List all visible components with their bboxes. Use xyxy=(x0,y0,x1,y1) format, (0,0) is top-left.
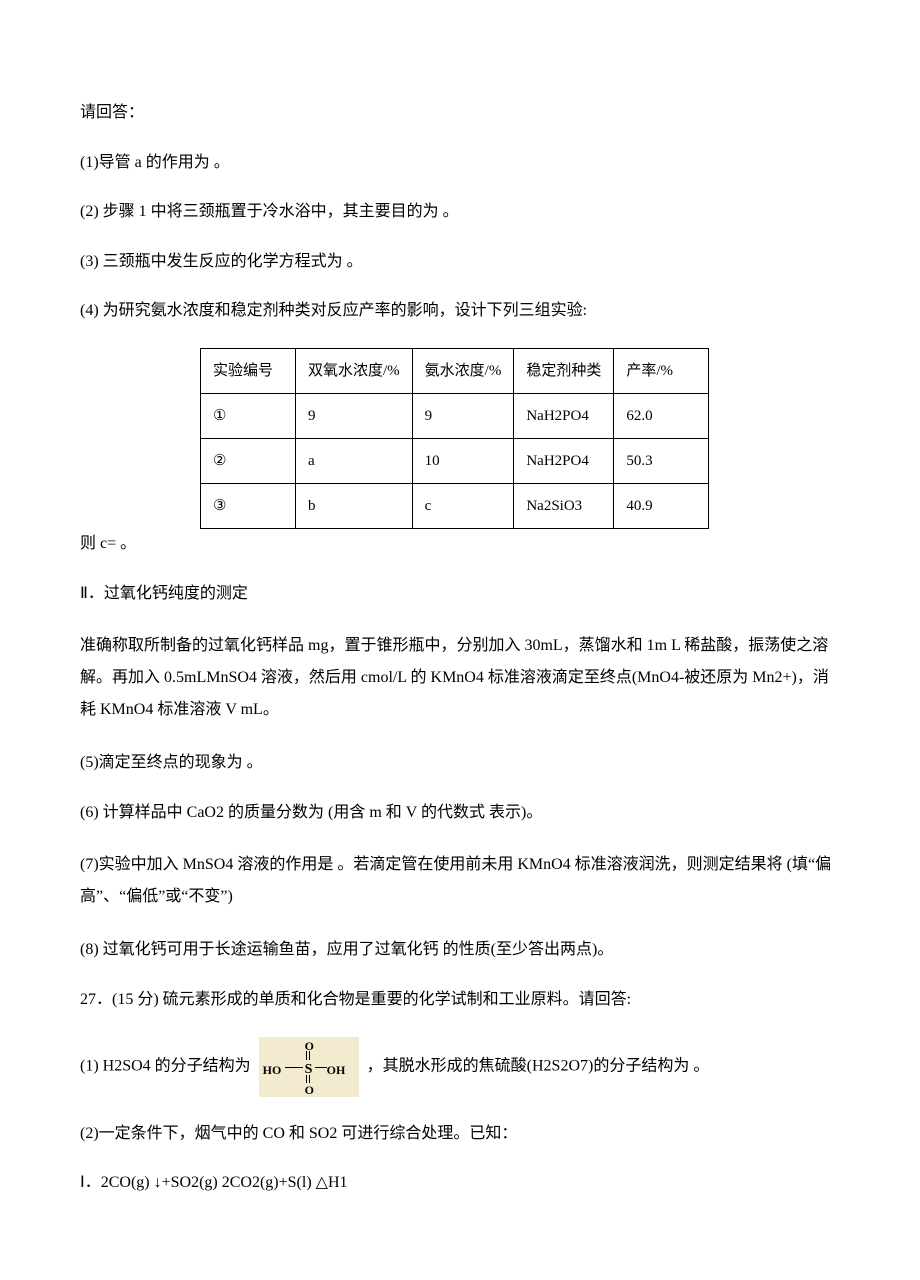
q27-1-part-a: (1) H2SO4 的分子结构为 xyxy=(80,1057,251,1074)
question-3: (3) 三颈瓶中发生反应的化学方程式为 。 xyxy=(80,249,840,275)
bond-icon xyxy=(306,1075,307,1083)
document-page: 请回答： (1)导管 a 的作用为 。 (2) 步骤 1 中将三颈瓶置于冷水浴中… xyxy=(0,0,920,1280)
bond-icon xyxy=(309,1075,310,1083)
th-id: 实验编号 xyxy=(201,348,296,393)
experiment-table: 实验编号 双氧水浓度/% 氨水浓度/% 稳定剂种类 产率/% ① 9 9 NaH… xyxy=(200,348,709,529)
cell: 10 xyxy=(412,438,514,483)
bond-icon xyxy=(315,1067,327,1068)
table-row: ② a 10 NaH2PO4 50.3 xyxy=(201,438,709,483)
table-row: ③ b c Na2SiO3 40.9 xyxy=(201,483,709,528)
atom-oh-left: HO xyxy=(263,1061,282,1080)
equation-I: Ⅰ．2CO(g) ↓+SO2(g) 2CO2(g)+S(l) △H1 xyxy=(80,1170,840,1196)
question-8: (8) 过氧化钙可用于长途运输鱼苗，应用了过氧化钙 的性质(至少答出两点)。 xyxy=(80,937,840,963)
cell: ① xyxy=(201,393,296,438)
question-27-2: (2)一定条件下，烟气中的 CO 和 SO2 可进行综合处理。已知： xyxy=(80,1121,840,1147)
cell: ③ xyxy=(201,483,296,528)
cell: 40.9 xyxy=(614,483,709,528)
cell: NaH2PO4 xyxy=(514,438,614,483)
cell: 9 xyxy=(296,393,413,438)
cell: Na2SiO3 xyxy=(514,483,614,528)
th-nh3: 氨水浓度/% xyxy=(412,348,514,393)
th-h2o2: 双氧水浓度/% xyxy=(296,348,413,393)
question-2: (2) 步骤 1 中将三颈瓶置于冷水浴中，其主要目的为 。 xyxy=(80,199,840,225)
bond-icon xyxy=(285,1067,303,1068)
atom-oh-right: OH xyxy=(327,1061,346,1080)
section-2-heading: Ⅱ．过氧化钙纯度的测定 xyxy=(80,581,840,607)
cell: NaH2PO4 xyxy=(514,393,614,438)
question-1: (1)导管 a 的作用为 。 xyxy=(80,150,840,176)
section-2-description: 准确称取所制备的过氧化钙样品 mg，置于锥形瓶中，分别加入 30mL，蒸馏水和 … xyxy=(80,630,840,726)
cell: 50.3 xyxy=(614,438,709,483)
question-27: 27．(15 分) 硫元素形成的单质和化合物是重要的化学试制和工业原料。请回答: xyxy=(80,987,840,1013)
question-7: (7)实验中加入 MnSO4 溶液的作用是 。若滴定管在使用前未用 KMnO4 … xyxy=(80,849,840,913)
question-4-tail: 则 c= 。 xyxy=(80,531,840,557)
cell: ② xyxy=(201,438,296,483)
question-6: (6) 计算样品中 CaO2 的质量分数为 (用含 m 和 V 的代数式 表示)… xyxy=(80,800,840,826)
cell: c xyxy=(412,483,514,528)
cell: 9 xyxy=(412,393,514,438)
atom-o-bottom: O xyxy=(305,1081,314,1100)
intro-text: 请回答： xyxy=(80,100,840,126)
question-5: (5)滴定至终点的现象为 。 xyxy=(80,750,840,776)
h2so4-structure-icon: O O S HO OH xyxy=(259,1037,359,1097)
bond-icon xyxy=(306,1051,307,1060)
bond-icon xyxy=(309,1051,310,1060)
table-row: ① 9 9 NaH2PO4 62.0 xyxy=(201,393,709,438)
question-4-lead: (4) 为研究氨水浓度和稳定剂种类对反应产率的影响，设计下列三组实验: xyxy=(80,298,840,324)
cell: a xyxy=(296,438,413,483)
th-stabilizer: 稳定剂种类 xyxy=(514,348,614,393)
th-yield: 产率/% xyxy=(614,348,709,393)
cell: b xyxy=(296,483,413,528)
cell: 62.0 xyxy=(614,393,709,438)
question-27-1: (1) H2SO4 的分子结构为 O O S HO OH ，其脱水形成的焦硫酸(… xyxy=(80,1037,840,1097)
q27-1-part-b: ，其脱水形成的焦硫酸(H2S2O7)的分子结构为 。 xyxy=(367,1057,710,1074)
table-header-row: 实验编号 双氧水浓度/% 氨水浓度/% 稳定剂种类 产率/% xyxy=(201,348,709,393)
